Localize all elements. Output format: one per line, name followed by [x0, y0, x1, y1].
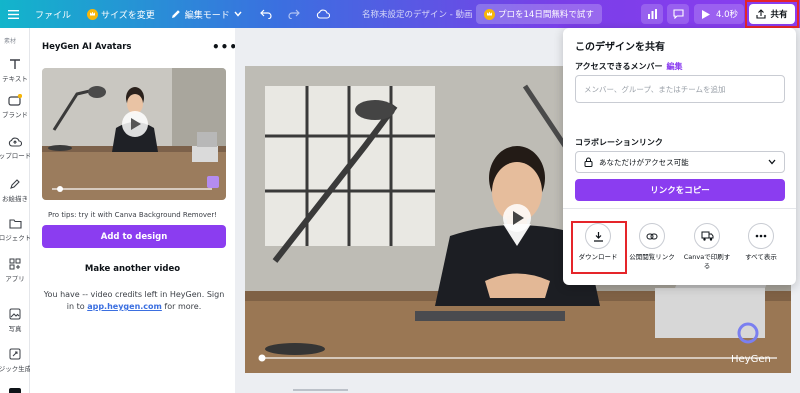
rail-item-photos[interactable]: 写真: [0, 308, 30, 333]
rail-label: ブランド: [2, 111, 28, 119]
rail-item-brand[interactable]: ブランド: [0, 94, 30, 119]
rail-label: お絵描き: [2, 195, 28, 203]
access-label-text: アクセスできるメンバー: [575, 62, 663, 71]
bar-chart-icon: [647, 9, 657, 19]
duration-label: 4.0秒: [716, 10, 739, 20]
credits-suffix: for more.: [164, 302, 202, 311]
share-button-highlight: 共有: [745, 0, 799, 28]
redo-button[interactable]: [280, 0, 308, 28]
more-horizontal-icon: [748, 223, 774, 249]
preview-play-button[interactable]: 4.0秒: [694, 4, 744, 24]
redo-icon: [288, 9, 300, 19]
make-another-video-link[interactable]: Make another video: [30, 264, 235, 274]
show-all-action[interactable]: すべて表示: [734, 223, 788, 262]
add-members-input[interactable]: メンバー、グループ、またはチームを追加: [575, 75, 785, 103]
chevron-down-icon: [768, 159, 776, 165]
play-icon: [702, 9, 710, 19]
magic-icon: [9, 348, 21, 360]
folder-icon: [8, 219, 22, 229]
resize-button[interactable]: サイズを変更: [79, 0, 163, 28]
rail-label: アプリ: [5, 275, 25, 283]
edit-mode-button[interactable]: 編集モード: [163, 0, 250, 28]
heygen-signin-link[interactable]: app.heygen.com: [87, 302, 162, 311]
cloud-icon: [316, 9, 330, 19]
undo-button[interactable]: [250, 0, 280, 28]
avatar-video-thumbnail[interactable]: [42, 68, 226, 200]
rail-label: ロジェクト: [0, 234, 32, 242]
print-action[interactable]: Canvaで印刷す る: [680, 223, 734, 271]
brand-icon: [8, 94, 22, 106]
cloud-upload-icon: [8, 137, 22, 147]
rail-item-projects[interactable]: ロジェクト: [0, 218, 32, 242]
link-icon: [639, 223, 665, 249]
file-menu-label: ファイル: [35, 10, 72, 21]
resize-label: サイズを変更: [101, 10, 155, 21]
print-label: Canvaで印刷す る: [683, 253, 731, 270]
crown-icon: [484, 8, 495, 20]
comment-button[interactable]: [667, 4, 689, 24]
left-rail: 素材 テキスト ブランド ップロード お絵描き ロジェクト アプリ 写真 ジック…: [0, 28, 32, 393]
insights-button[interactable]: [641, 4, 663, 24]
show-all-label: すべて表示: [745, 253, 777, 261]
collab-link-label: コラボレーションリンク: [575, 138, 663, 147]
access-level-select[interactable]: あなただけがアクセス可能: [575, 151, 785, 173]
cloud-save-button[interactable]: [308, 0, 338, 28]
share-button[interactable]: 共有: [749, 4, 795, 24]
access-level-value: あなただけがアクセス可能: [599, 157, 689, 167]
pencil-icon: [171, 10, 180, 18]
crown-icon: [87, 8, 99, 20]
panel-title: HeyGen AI Avatars: [42, 42, 132, 52]
lock-icon: [584, 157, 593, 167]
draw-icon: [10, 179, 20, 189]
rail-elements-label[interactable]: 素材: [4, 36, 16, 45]
menu-icon[interactable]: [0, 0, 27, 28]
pro-trial-button[interactable]: プロを14日間無料で試す: [476, 4, 602, 24]
share-title: このデザインを共有: [575, 42, 665, 53]
page-scroll-indicator[interactable]: [293, 389, 348, 391]
divider: [563, 208, 796, 209]
rail-item-magic[interactable]: ジック生成: [0, 348, 32, 373]
edit-mode-label: 編集モード: [184, 10, 230, 21]
rail-label: ップロード: [0, 152, 32, 160]
rail-item-upload[interactable]: ップロード: [0, 136, 32, 160]
comment-icon: [672, 9, 684, 19]
rail-more-icon[interactable]: [9, 388, 21, 393]
share-label: 共有: [770, 10, 788, 20]
add-members-placeholder: メンバー、グループ、またはチームを追加: [584, 84, 726, 94]
heygen-watermark: HeyGen: [731, 354, 771, 365]
text-icon: [10, 59, 20, 69]
thumbnail-image: [42, 68, 226, 200]
upload-icon: [756, 9, 767, 19]
undo-icon: [259, 9, 272, 19]
apps-icon: [9, 258, 21, 270]
photo-icon: [9, 308, 21, 320]
rail-item-text[interactable]: テキスト: [0, 58, 30, 83]
rail-item-apps[interactable]: アプリ: [0, 258, 30, 283]
rail-label: 写真: [8, 325, 22, 333]
app-panel: HeyGen AI Avatars ••• Pro tips: try it w…: [30, 28, 237, 393]
pro-trial-label: プロを14日間無料で試す: [498, 10, 594, 20]
rail-label: ジック生成: [0, 365, 32, 373]
access-members-label: アクセスできるメンバー 編集: [575, 61, 682, 72]
pro-tips-text: Pro tips: try it with Canva Background R…: [47, 211, 218, 219]
copy-link-button[interactable]: リンクをコピー: [575, 179, 785, 201]
credits-text: You have -- video credits left in HeyGen…: [42, 289, 226, 313]
add-to-design-button[interactable]: Add to design: [42, 225, 226, 248]
rail-label: テキスト: [2, 75, 28, 83]
truck-icon: [694, 223, 720, 249]
rail-item-draw[interactable]: お絵描き: [0, 178, 30, 203]
public-view-link-label: 公開閲覧リンク: [629, 253, 675, 261]
chevron-down-icon: [234, 11, 242, 17]
document-title[interactable]: 名称未設定のデザイン - 動画: [362, 0, 472, 28]
public-view-link-action[interactable]: 公開閲覧リンク: [625, 223, 679, 262]
download-highlight-box: [571, 221, 627, 274]
edit-access-link[interactable]: 編集: [666, 62, 682, 71]
file-menu[interactable]: ファイル: [27, 0, 79, 28]
